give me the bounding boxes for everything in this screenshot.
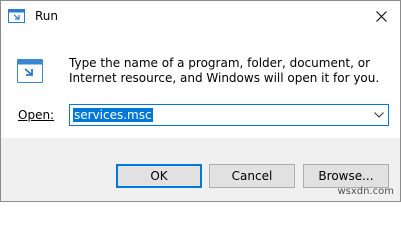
run-dialog: Run Type the name of a program, folder, …: [0, 0, 401, 202]
run-app-icon: [17, 59, 43, 83]
run-icon: [8, 9, 25, 23]
open-label-text: Open:: [18, 108, 55, 122]
window-title: Run: [35, 9, 59, 23]
dialog-content: Type the name of a program, folder, docu…: [1, 31, 400, 138]
open-input[interactable]: services.msc: [73, 108, 153, 122]
close-icon: [375, 10, 387, 22]
open-label: Open:: [18, 108, 54, 122]
close-button[interactable]: [362, 1, 400, 31]
button-bar: OK Cancel Browse... wsxdn.com: [1, 138, 400, 201]
dropdown-button[interactable]: [370, 105, 388, 125]
browse-button[interactable]: Browse...: [303, 164, 389, 188]
open-combobox[interactable]: services.msc: [69, 104, 389, 126]
cancel-button[interactable]: Cancel: [209, 164, 295, 188]
dialog-description: Type the name of a program, folder, docu…: [69, 56, 380, 85]
watermark: wsxdn.com: [337, 186, 394, 197]
ok-button[interactable]: OK: [116, 164, 202, 188]
chevron-down-icon: [374, 112, 384, 118]
title-bar: Run: [1, 1, 400, 31]
